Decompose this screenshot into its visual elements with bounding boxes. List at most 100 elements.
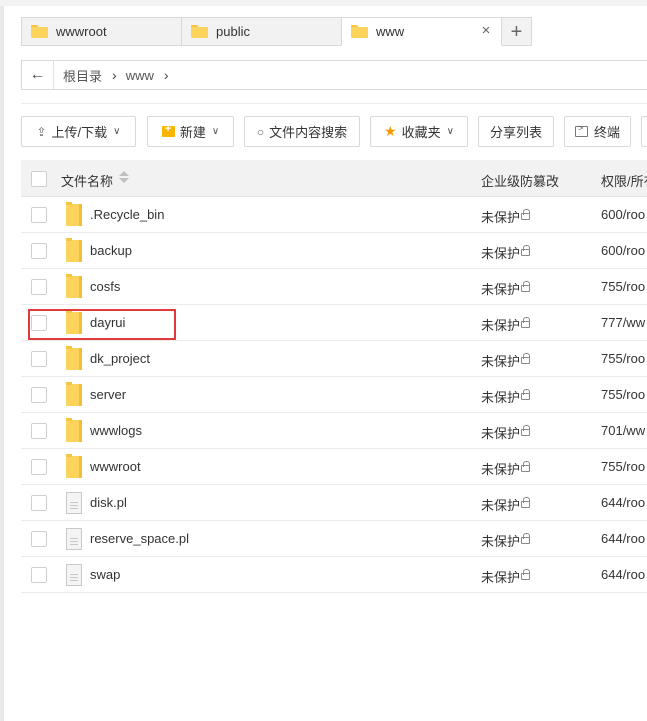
permission[interactable]: 644/roo [601,495,645,510]
tab-public[interactable]: public [181,17,342,46]
lock-icon[interactable] [521,209,530,220]
permission[interactable]: 755/roo [601,351,645,366]
tab-label: wwwroot [56,24,107,39]
row-checkbox[interactable] [31,351,47,367]
sort-icon[interactable] [119,169,129,185]
file-name[interactable]: disk.pl [90,495,127,510]
address-bar: ← 根目录 › www › [21,60,647,90]
upload-label: 上传/下载 [51,125,108,140]
protect-status: 未保护 [481,570,521,585]
tab-label: public [216,24,250,39]
lock-icon[interactable] [521,569,530,580]
lock-icon[interactable] [521,461,530,472]
terminal-icon [574,123,588,137]
content-search-button[interactable]: ○ 文件内容搜索 [244,116,360,147]
table-row[interactable]: backup 未保护 600/roo [21,233,647,269]
table-row[interactable]: reserve_space.pl 未保护 644/roo [21,521,647,557]
table-row[interactable]: cosfs 未保护 755/roo [21,269,647,305]
lock-icon[interactable] [521,245,530,256]
folder-icon [66,202,82,226]
row-checkbox[interactable] [31,315,47,331]
row-checkbox[interactable] [31,459,47,475]
row-checkbox[interactable] [31,387,47,403]
file-name[interactable]: server [90,387,126,402]
row-checkbox[interactable] [31,279,47,295]
table-row[interactable]: dk_project 未保护 755/roo [21,341,647,377]
lock-icon[interactable] [521,497,530,508]
favorites-button[interactable]: ★ 收藏夹 ∨ [370,116,468,147]
file-name[interactable]: dayrui [90,315,125,330]
table-row[interactable]: server 未保护 755/roo [21,377,647,413]
folder-icon [66,310,82,334]
lock-icon[interactable] [521,353,530,364]
lock-icon[interactable] [521,389,530,400]
new-button[interactable]: 新建 ∨ [147,116,234,147]
share-list-button[interactable]: 分享列表 [478,116,554,147]
table-row[interactable]: wwwroot 未保护 755/roo [21,449,647,485]
row-checkbox[interactable] [31,423,47,439]
col-name-header[interactable]: 文件名称 [61,171,113,190]
back-arrow-icon[interactable]: ← [22,61,54,89]
protect-status: 未保护 [481,462,521,477]
chevron-down-icon: ∨ [113,126,121,137]
table-row[interactable]: swap 未保护 644/roo [21,557,647,593]
lock-icon[interactable] [521,281,530,292]
file-icon [66,492,82,514]
file-name[interactable]: cosfs [90,279,120,294]
protect-status: 未保护 [481,390,521,405]
tab-wwwroot[interactable]: wwwroot [21,17,182,46]
permission[interactable]: 777/ww [601,315,645,330]
row-checkbox[interactable] [31,531,47,547]
chevron-right-icon[interactable]: › [164,67,169,83]
folder-icon [66,274,82,298]
breadcrumb-root[interactable]: 根目录 [63,66,102,85]
table-row[interactable]: .Recycle_bin 未保护 600/roo [21,197,647,233]
col-protect-header: 企业级防篡改 [481,174,560,189]
file-name[interactable]: swap [90,567,120,582]
row-checkbox[interactable] [31,567,47,583]
lock-icon[interactable] [521,317,530,328]
file-name[interactable]: dk_project [90,351,150,366]
breadcrumb-www[interactable]: www [126,68,154,83]
lock-icon[interactable] [521,533,530,544]
file-name[interactable]: wwwlogs [90,423,142,438]
row-checkbox[interactable] [31,243,47,259]
folder-icon [66,454,82,478]
protect-status: 未保护 [481,498,521,513]
add-tab-button[interactable]: + [501,17,532,46]
table-row[interactable]: disk.pl 未保护 644/roo [21,485,647,521]
folder-icon [66,238,82,262]
close-icon[interactable]: × [479,23,493,38]
permission[interactable]: 644/roo [601,567,645,582]
divider [21,103,647,104]
permission[interactable]: 644/roo [601,531,645,546]
permission[interactable]: 600/roo [601,243,645,258]
tab-label: www [376,24,405,39]
folder-icon [66,382,82,406]
upload-download-button[interactable]: ⇪ 上传/下载 ∨ [21,116,136,147]
table-row[interactable]: dayrui 未保护 777/ww [21,305,647,341]
permission[interactable]: 701/ww [601,423,645,438]
file-name[interactable]: .Recycle_bin [90,207,164,222]
row-checkbox[interactable] [31,495,47,511]
upload-icon: ⇪ [36,124,47,139]
tab-www[interactable]: www × [341,17,502,46]
select-all-checkbox[interactable] [31,171,47,187]
permission[interactable]: 600/roo [601,207,645,222]
folder-icon [66,346,82,370]
terminal-button[interactable]: 终端 [564,116,631,147]
more-button[interactable] [641,116,647,147]
permission[interactable]: 755/roo [601,459,645,474]
permission[interactable]: 755/roo [601,279,645,294]
file-name[interactable]: reserve_space.pl [90,531,189,546]
row-checkbox[interactable] [31,207,47,223]
file-name[interactable]: backup [90,243,132,258]
table-row[interactable]: wwwlogs 未保护 701/ww [21,413,647,449]
tab-bar: wwwroot public www × + [21,17,532,46]
lock-icon[interactable] [521,425,530,436]
file-name[interactable]: wwwroot [90,459,141,474]
permission[interactable]: 755/roo [601,387,645,402]
protect-status: 未保护 [481,426,521,441]
file-icon [66,564,82,586]
table-header: 文件名称 企业级防篡改 权限/所有 [21,160,647,197]
